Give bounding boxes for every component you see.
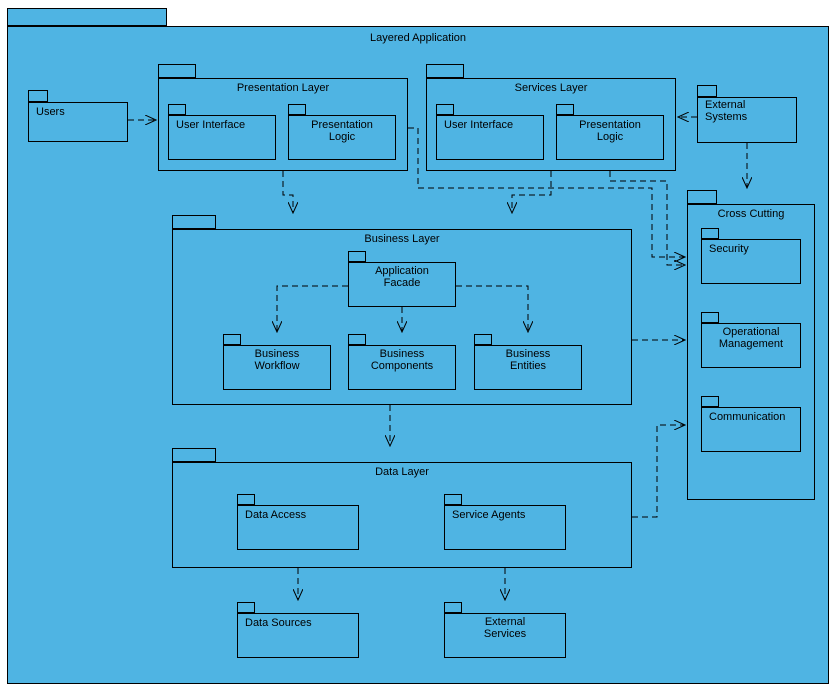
package-business-components: Business Components <box>348 334 456 390</box>
title-users: Users <box>28 106 128 118</box>
title-business-workflow: Business Workflow <box>223 348 331 372</box>
package-business-workflow: Business Workflow <box>223 334 331 390</box>
package-app-facade: Application Facade <box>348 251 456 307</box>
package-data-sources: Data Sources <box>237 602 359 658</box>
title-external-systems: External Systems <box>697 99 797 123</box>
package-services-ui: User Interface <box>436 104 544 160</box>
title-services-logic: Presentation Logic <box>556 119 664 143</box>
title-security: Security <box>701 243 801 255</box>
package-services-logic: Presentation Logic <box>556 104 664 160</box>
title-data-access: Data Access <box>237 509 359 521</box>
title-services-ui: User Interface <box>436 119 544 131</box>
title-business-layer: Business Layer <box>172 233 632 245</box>
title-business-components: Business Components <box>348 348 456 372</box>
diagram-canvas: Layered Application Users External Syste… <box>0 0 834 689</box>
title-cross-cutting: Cross Cutting <box>687 208 815 220</box>
title-data-layer: Data Layer <box>172 466 632 478</box>
package-presentation-ui: User Interface <box>168 104 276 160</box>
title-communication: Communication <box>701 411 801 423</box>
package-presentation-logic: Presentation Logic <box>288 104 396 160</box>
title-op-mgmt: Operational Management <box>701 326 801 350</box>
title-data-sources: Data Sources <box>237 617 359 629</box>
package-security: Security <box>701 228 801 284</box>
package-service-agents: Service Agents <box>444 494 566 550</box>
package-op-mgmt: Operational Management <box>701 312 801 368</box>
package-users: Users <box>28 90 128 142</box>
title-app-facade: Application Facade <box>348 265 456 289</box>
title-presentation-ui: User Interface <box>168 119 276 131</box>
title-presentation-logic: Presentation Logic <box>288 119 396 143</box>
package-data-access: Data Access <box>237 494 359 550</box>
title-business-entities: Business Entities <box>474 348 582 372</box>
package-external-services: External Services <box>444 602 566 658</box>
title-external-services: External Services <box>444 616 566 640</box>
title-service-agents: Service Agents <box>444 509 566 521</box>
package-communication: Communication <box>701 396 801 452</box>
title-presentation-layer: Presentation Layer <box>158 82 408 94</box>
title-services-layer: Services Layer <box>426 82 676 94</box>
package-business-entities: Business Entities <box>474 334 582 390</box>
title-layered-application: Layered Application <box>7 32 829 44</box>
package-external-systems: External Systems <box>697 85 797 143</box>
